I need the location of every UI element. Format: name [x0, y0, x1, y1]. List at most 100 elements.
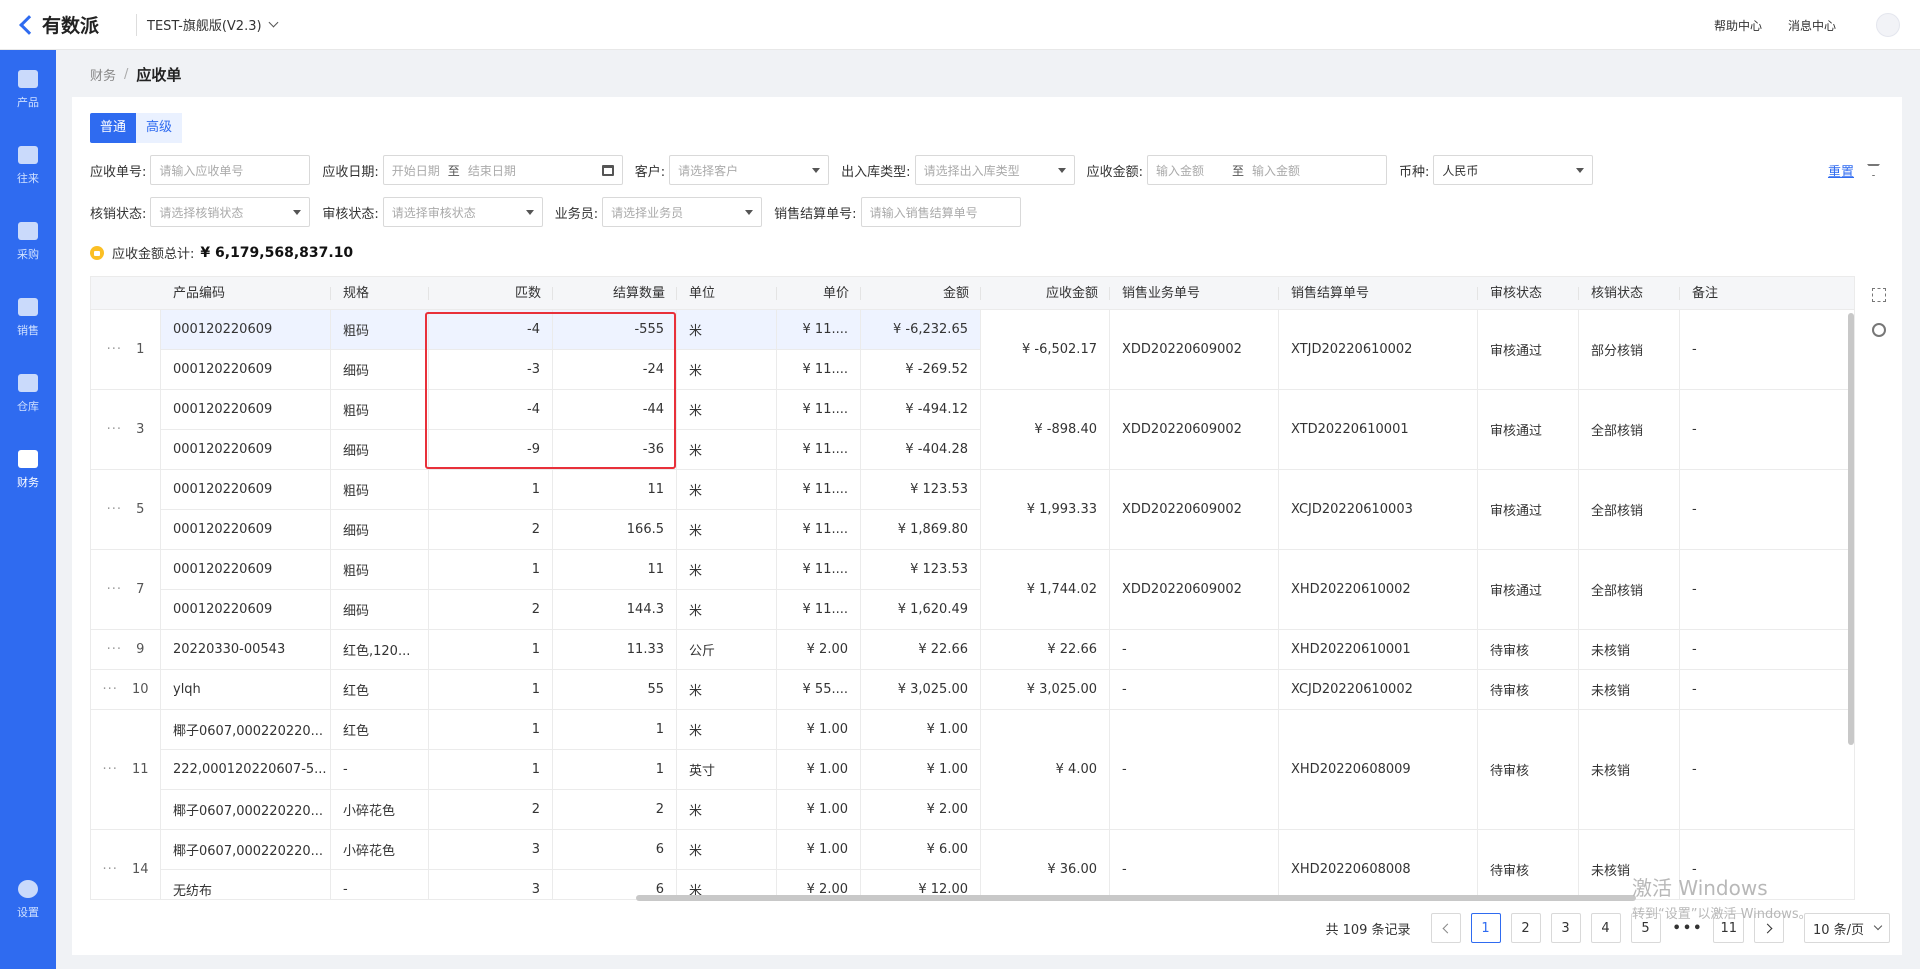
sidebar-item-label: 往来: [17, 172, 39, 185]
sidebar-item-settings[interactable]: 设置: [0, 870, 56, 930]
col-header-sales-no[interactable]: 销售业务单号: [1110, 277, 1279, 310]
currency-select[interactable]: 人民币: [1433, 155, 1594, 185]
amount-range-input[interactable]: 输入金额 至 输入金额: [1146, 155, 1387, 185]
row-index-number: 1: [136, 342, 145, 357]
col-header-audit[interactable]: 审核状态: [1478, 277, 1579, 310]
row-index[interactable]: ··· 10: [91, 670, 161, 710]
col-header-pieces[interactable]: 匹数: [429, 277, 553, 310]
help-center-link[interactable]: 帮助中心: [1714, 17, 1762, 34]
cell-qty: -555: [553, 310, 677, 350]
column-settings-icon[interactable]: [1872, 323, 1886, 337]
cell-amount: ¥ 123.53: [861, 550, 981, 590]
cell-unit: 公斤: [677, 630, 777, 670]
row-index-number: 9: [136, 642, 145, 657]
io-type-select[interactable]: 请选择出入库类型: [914, 155, 1075, 185]
vertical-scrollbar[interactable]: [1848, 313, 1854, 745]
caret-down-icon: [1576, 167, 1585, 173]
row-expand-icon[interactable]: ···: [107, 642, 122, 657]
col-header-settle-no[interactable]: 销售结算单号: [1279, 277, 1478, 310]
row-index[interactable]: ··· 14: [91, 830, 161, 899]
row-expand-icon[interactable]: ···: [103, 762, 118, 777]
page-3-button[interactable]: 3: [1550, 913, 1581, 943]
salesman-select[interactable]: 请选择业务员: [602, 197, 763, 227]
col-header-qty[interactable]: 结算数量: [553, 277, 677, 310]
avatar[interactable]: [1876, 13, 1900, 37]
header-divider: [136, 13, 137, 36]
cell-qty: 11.33: [553, 630, 677, 670]
logo[interactable]: 有数派: [0, 11, 130, 38]
sidebar-item-warehouse[interactable]: 仓库: [0, 364, 56, 424]
product-icon: [18, 70, 38, 88]
cell-price: ¥ 11....: [777, 550, 861, 590]
col-header-writeoff[interactable]: 核销状态: [1579, 277, 1680, 310]
salesman-placeholder: 请选择业务员: [611, 205, 684, 220]
sidebar-item-contacts[interactable]: 往来: [0, 136, 56, 196]
row-index[interactable]: ··· 3: [91, 390, 161, 470]
audit-select[interactable]: 请选择审核状态: [382, 197, 543, 227]
env-selector[interactable]: TEST-旗舰版(V2.3): [147, 15, 279, 34]
cell-pieces: 3: [429, 830, 553, 870]
next-page-button[interactable]: [1754, 913, 1784, 943]
tab-advanced[interactable]: 高级: [136, 113, 183, 143]
message-center-link[interactable]: 消息中心: [1788, 17, 1836, 34]
row-expand-icon[interactable]: ···: [107, 342, 122, 357]
cell-amount: ¥ 22.66: [861, 630, 981, 670]
row-index[interactable]: ··· 5: [91, 470, 161, 550]
row-expand-icon[interactable]: ···: [103, 862, 118, 877]
breadcrumb: 财务 / 应收单: [90, 64, 181, 85]
row-expand-icon[interactable]: ···: [107, 422, 122, 437]
page-last-button[interactable]: 11: [1713, 913, 1744, 943]
reset-link[interactable]: 重置: [1828, 161, 1854, 180]
cell-code: 222,000120220607-5...: [161, 750, 331, 790]
page-ellipsis[interactable]: •••: [1673, 921, 1704, 936]
cell-settle-no: XHD20220610001: [1279, 630, 1478, 670]
cell-writeoff: 部分核销: [1579, 310, 1680, 390]
sidebar-item-finance[interactable]: 财务: [0, 440, 56, 500]
writeoff-label: 核销状态:: [90, 206, 147, 222]
cell-qty: 11: [553, 550, 677, 590]
horizontal-scrollbar[interactable]: [636, 895, 1636, 901]
row-index[interactable]: ··· 9: [91, 630, 161, 670]
cell-audit: 待审核: [1478, 710, 1579, 830]
cell-unit: 米: [677, 710, 777, 750]
sidebar-item-purchase[interactable]: 采购: [0, 212, 56, 272]
col-header-price[interactable]: 单价: [777, 277, 861, 310]
cell-qty: -44: [553, 390, 677, 430]
row-expand-icon[interactable]: ···: [103, 682, 118, 697]
row-expand-icon[interactable]: ···: [107, 582, 122, 597]
cell-code: 椰子0607,000220220...: [161, 790, 331, 830]
cell-unit: 米: [677, 470, 777, 510]
ar-date-range-picker[interactable]: 开始日期 至 结束日期: [382, 155, 623, 185]
tab-normal[interactable]: 普通: [90, 113, 137, 143]
col-header-remark[interactable]: 备注: [1680, 277, 1854, 310]
row-index[interactable]: ··· 1: [91, 310, 161, 390]
page-2-button[interactable]: 2: [1510, 913, 1541, 943]
col-header-code[interactable]: 产品编码: [161, 277, 331, 310]
cell-ar-amount: ¥ -898.40: [981, 390, 1110, 470]
settle-no-input[interactable]: 请输入销售结算单号: [860, 197, 1021, 227]
row-index[interactable]: ··· 7: [91, 550, 161, 630]
col-header-ar-amount[interactable]: 应收金额: [981, 277, 1110, 310]
ar-no-input[interactable]: 请输入应收单号: [150, 155, 311, 185]
col-header-spec[interactable]: 规格: [331, 277, 429, 310]
page-size-select[interactable]: 10 条/页: [1804, 913, 1890, 943]
sidebar-item-product[interactable]: 产品: [0, 60, 56, 120]
customer-select[interactable]: 请选择客户: [669, 155, 830, 185]
page-4-button[interactable]: 4: [1590, 913, 1621, 943]
prev-page-button[interactable]: [1430, 913, 1461, 943]
breadcrumb-parent[interactable]: 财务: [90, 65, 116, 84]
row-expand-icon[interactable]: ···: [107, 502, 122, 517]
col-header-amount[interactable]: 金额: [861, 277, 981, 310]
page-1-button[interactable]: 1: [1470, 913, 1501, 943]
row-index[interactable]: ··· 11: [91, 710, 161, 830]
filter-icon[interactable]: [1867, 164, 1880, 176]
cell-spec: -: [331, 870, 429, 899]
fullscreen-icon[interactable]: [1872, 288, 1886, 302]
writeoff-select[interactable]: 请选择核销状态: [150, 197, 311, 227]
page-5-button[interactable]: 5: [1630, 913, 1661, 943]
sidebar-item-sales[interactable]: 销售: [0, 288, 56, 348]
finance-icon: [18, 450, 38, 468]
col-header-unit[interactable]: 单位: [677, 277, 777, 310]
row-index-number: 14: [131, 862, 149, 877]
cell-sales-no: XDD20220609002: [1110, 470, 1279, 550]
